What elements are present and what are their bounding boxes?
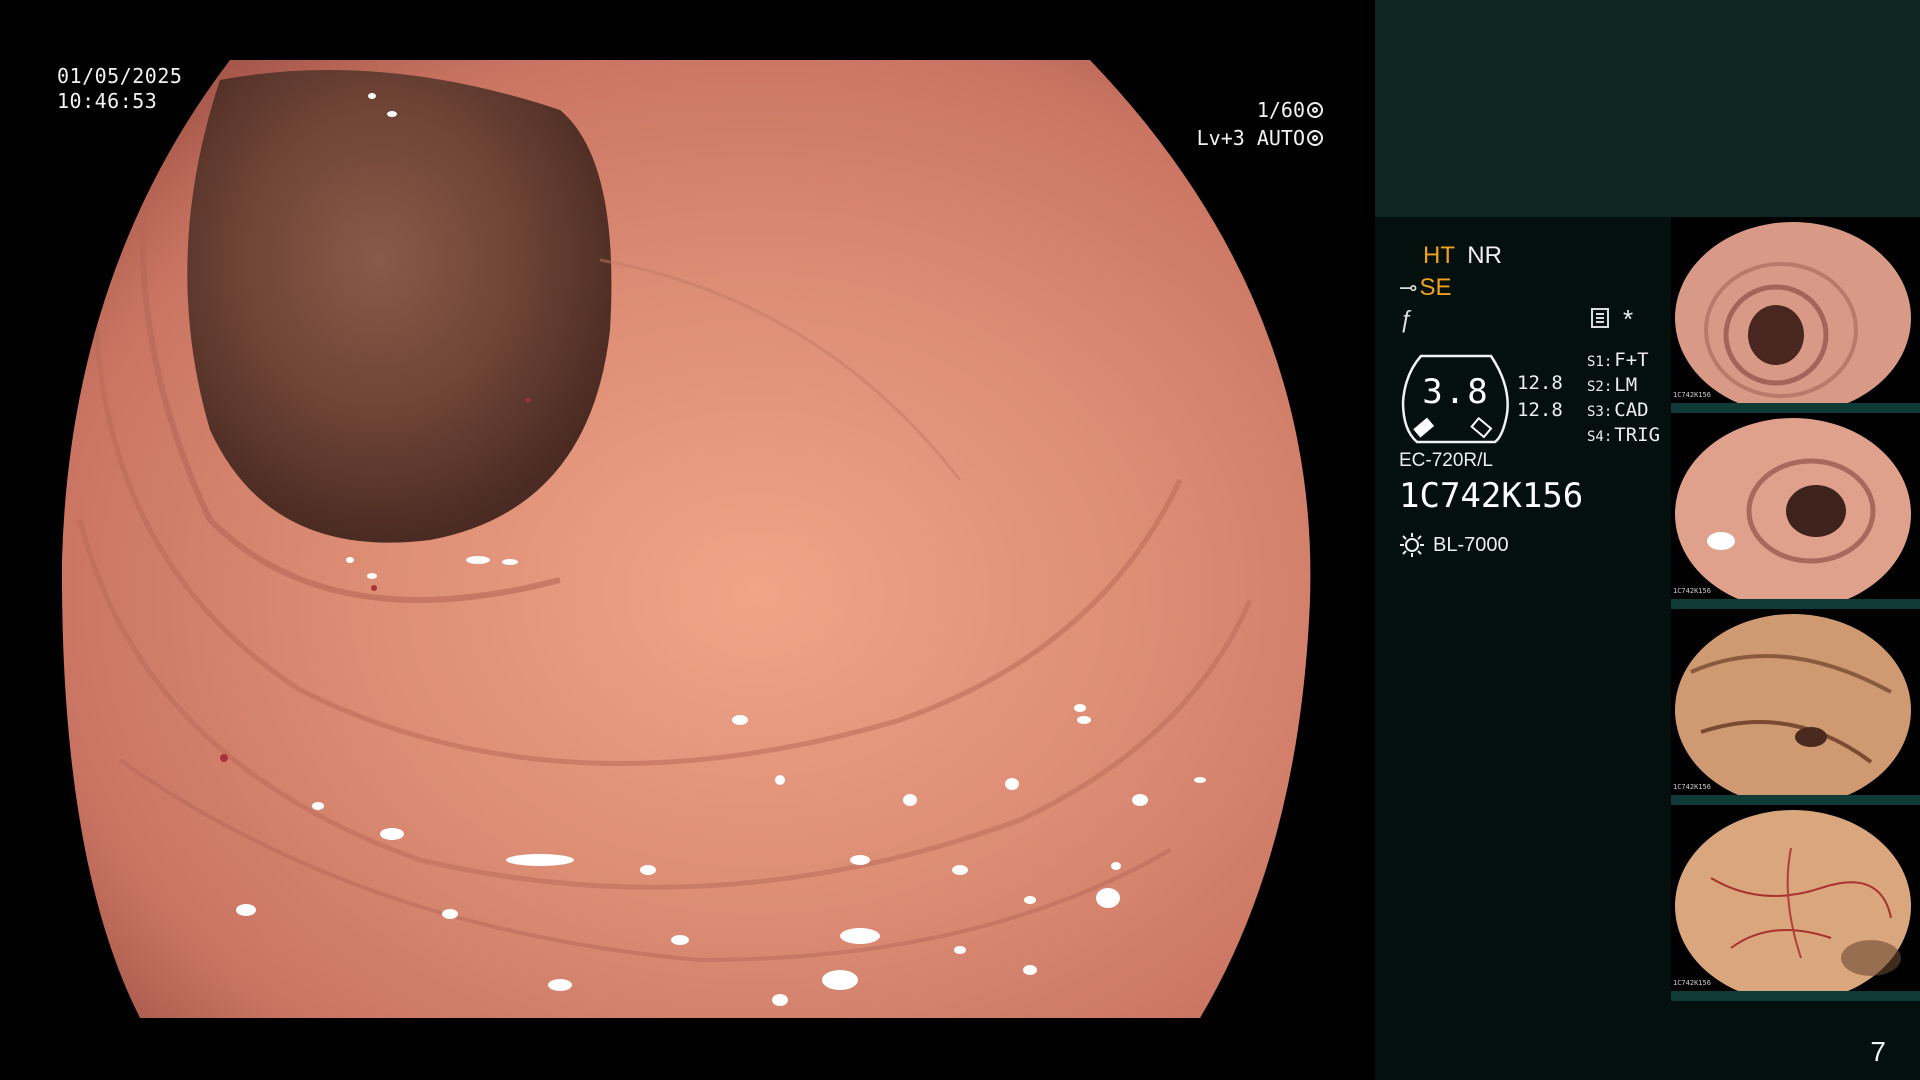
ht-indicator: HT xyxy=(1423,242,1455,269)
grid-icon xyxy=(1591,308,1609,328)
asterisk-icon: * xyxy=(1623,304,1634,334)
thumbnail-strip xyxy=(1671,795,1920,805)
thumbnail-serial: 1C742K156 xyxy=(1673,587,1711,595)
thumbnail-3[interactable]: 1C742K156 xyxy=(1671,609,1920,805)
aperture-icon xyxy=(1307,102,1323,118)
thumbnail-strip xyxy=(1671,991,1920,1001)
gauge-lower-value: 12.8 xyxy=(1517,399,1563,421)
shutter-speed-text: 1/60 xyxy=(1256,98,1305,122)
scope-serial: 1C742K156 xyxy=(1399,476,1584,516)
thumbnail-1[interactable]: 1C742K156 xyxy=(1671,217,1920,413)
switch-row: S1: F+T xyxy=(1587,349,1649,371)
light-source-row: BL-7000 xyxy=(1399,532,1509,558)
thumbnail-strip xyxy=(1671,599,1920,609)
se-indicator: SE xyxy=(1419,274,1452,301)
thumbnail-serial: 1C742K156 xyxy=(1673,979,1711,987)
page-number: 7 xyxy=(1870,1036,1886,1067)
scope-tip-icon: ⊸ xyxy=(1399,275,1418,300)
sun-icon xyxy=(1400,533,1424,557)
switch-row: S2: LM xyxy=(1587,374,1638,396)
nr-indicator: NR xyxy=(1467,242,1502,269)
thumbnail-strip xyxy=(1671,403,1920,413)
shutter-speed-readout: 1/60 xyxy=(1257,98,1323,122)
se-row: ⊸ SE xyxy=(1399,274,1451,302)
switch-assignments: S1: F+T S2: LM S3: CAD S4: TRIG xyxy=(1587,349,1660,449)
scope-model: EC-720R/L xyxy=(1399,450,1493,471)
date-readout: 01/05/2025 xyxy=(57,64,183,88)
target-icon xyxy=(1307,130,1323,146)
endoscopic-image xyxy=(61,60,1311,1018)
ht-nr-row: HT NR xyxy=(1423,242,1502,270)
thumbnail-serial: 1C742K156 xyxy=(1673,783,1711,791)
gauge-upper-value: 12.8 xyxy=(1517,372,1563,394)
endoscope-main-view: 01/05/2025 10:46:53 1/60 Lv+3 AUTO xyxy=(0,0,1375,1080)
time-readout: 10:46:53 xyxy=(57,89,158,113)
thumbnail-serial: 1C742K156 xyxy=(1673,391,1711,399)
thumbnail-4[interactable]: 1C742K156 xyxy=(1671,805,1920,1001)
slash-f-icon: ƒ xyxy=(1399,306,1413,333)
gauge-value: 3.8 xyxy=(1422,372,1490,412)
switch-row: S3: CAD xyxy=(1587,399,1649,421)
brightness-level-text: Lv+3 AUTO xyxy=(1196,126,1305,150)
status-side-panel: HT NR ⊸ SE ƒ * 3.8 12.8 12.8 S1: F+T S2: L… xyxy=(1375,0,1920,1080)
light-source-label: BL-7000 xyxy=(1433,533,1509,556)
thumbnail-2[interactable]: 1C742K156 xyxy=(1671,413,1920,609)
switch-row: S4: TRIG xyxy=(1587,424,1661,446)
brightness-level-readout: Lv+3 AUTO xyxy=(1197,126,1323,150)
panel-header-block xyxy=(1375,0,1920,217)
captured-thumbnails: 1C742K156 1C742K156 1C742K156 1C742K156 xyxy=(1671,217,1920,1001)
